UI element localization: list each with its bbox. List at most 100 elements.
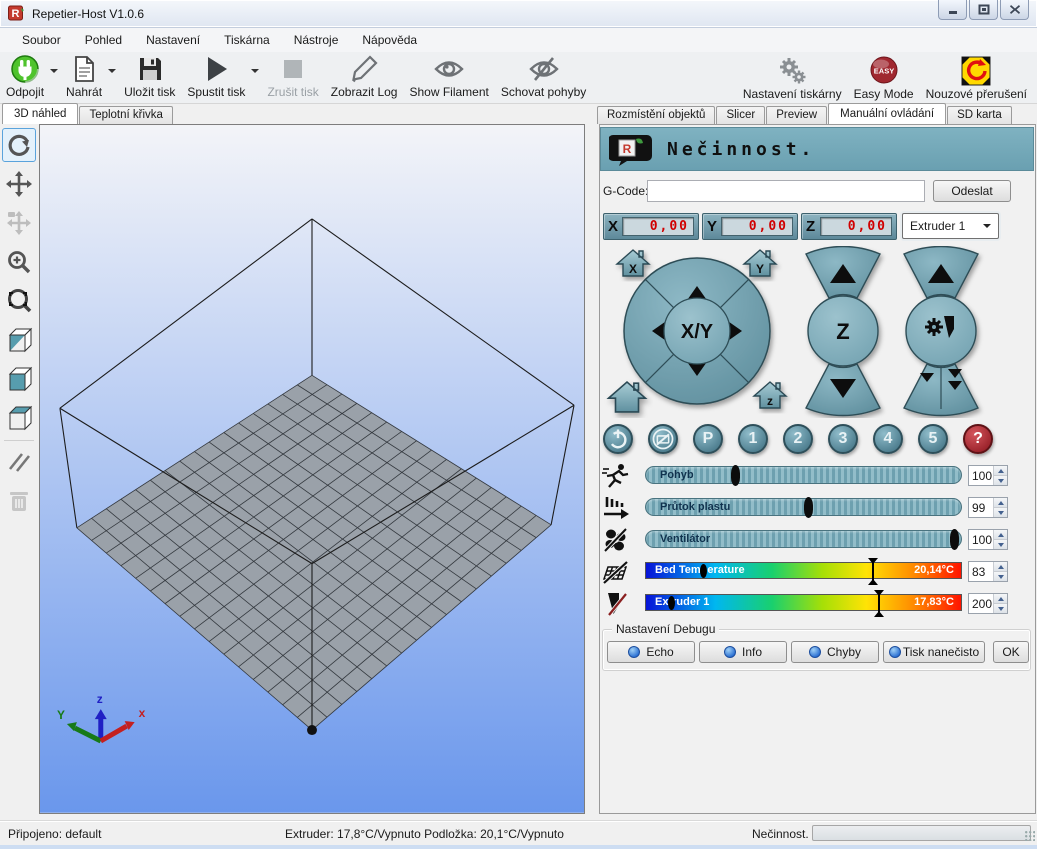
close-button[interactable] <box>1000 0 1029 20</box>
bed-temp-spin-down[interactable] <box>994 572 1007 581</box>
speed-slider[interactable]: Pohyb <box>645 466 962 484</box>
debug-echo-toggle[interactable]: Echo <box>607 641 695 663</box>
printer-settings-button[interactable]: Nastavení tiskárny <box>737 54 848 101</box>
bed-temperature-slider[interactable]: Bed Temperature 20,14°C <box>645 562 962 579</box>
motors-off-icon <box>650 426 676 452</box>
move-view-tool[interactable] <box>2 167 36 201</box>
preheat-1-button[interactable]: 1 <box>738 424 768 454</box>
extruder-select[interactable]: Extruder 1 <box>902 213 999 239</box>
debug-info-toggle[interactable]: Info <box>699 641 787 663</box>
extruder-temp-value-input[interactable]: 200 <box>968 593 1008 614</box>
park-button[interactable]: P <box>693 424 723 454</box>
preheat-2-button[interactable]: 2 <box>783 424 813 454</box>
minimize-button[interactable] <box>938 0 967 20</box>
cube-front-icon <box>5 365 33 393</box>
tab-slicer[interactable]: Slicer <box>716 106 765 124</box>
menu-soubor[interactable]: Soubor <box>10 30 73 50</box>
menu-nastroje[interactable]: Nástroje <box>282 30 351 50</box>
send-gcode-button[interactable]: Odeslat <box>933 180 1011 202</box>
extruder-temp-setpoint-marker[interactable] <box>873 590 885 617</box>
menu-tiskarna[interactable]: Tiskárna <box>212 30 282 50</box>
isometric-view-tool[interactable] <box>2 323 36 357</box>
print-bed-3d-view[interactable]: Y z x <box>39 124 585 814</box>
bed-temp-value-input[interactable]: 83 <box>968 561 1008 582</box>
front-view-tool[interactable] <box>2 362 36 396</box>
extruder-off-icon <box>602 591 630 617</box>
flow-spin-down[interactable] <box>994 508 1007 517</box>
svg-text:EASY: EASY <box>873 67 893 76</box>
tab-preview[interactable]: Preview <box>766 106 827 124</box>
extruder-temperature-slider[interactable]: Extruder 1 17,83°C <box>645 594 962 611</box>
menu-nastaveni[interactable]: Nastavení <box>134 30 212 50</box>
tab-sd-karta[interactable]: SD karta <box>947 106 1012 124</box>
extruder-temp-spin-up[interactable] <box>994 594 1007 604</box>
flow-slider-thumb[interactable] <box>804 497 813 518</box>
home-x-button[interactable]: X <box>617 250 649 276</box>
menu-napoveda[interactable]: Nápověda <box>350 30 429 50</box>
power-button[interactable] <box>603 424 633 454</box>
flow-value-input[interactable]: 99 <box>968 497 1008 518</box>
parallel-projection-tool[interactable] <box>2 445 36 479</box>
easy-mode-button[interactable]: EASY Easy Mode <box>848 54 920 101</box>
help-button[interactable]: ? <box>963 424 993 454</box>
move-object-tool[interactable] <box>2 206 36 240</box>
debug-errors-toggle[interactable]: Chyby <box>791 641 879 663</box>
fan-slider-thumb[interactable] <box>950 529 959 550</box>
home-x-label: X <box>629 262 637 276</box>
tab-rozmisteni-objektu[interactable]: Rozmístění objektů <box>597 106 715 124</box>
extruder-center-button[interactable] <box>906 296 976 366</box>
debug-dry-run-toggle[interactable]: Tisk nanečisto <box>883 641 985 663</box>
load-button[interactable]: Nahrát <box>60 52 108 99</box>
flow-spin-up[interactable] <box>994 498 1007 508</box>
zoom-fit-tool[interactable] <box>2 284 36 318</box>
preheat-5-button[interactable]: 5 <box>918 424 948 454</box>
connect-dropdown-arrow[interactable] <box>50 56 60 86</box>
speed-slider-thumb[interactable] <box>731 465 740 486</box>
speed-spin-up[interactable] <box>994 466 1007 476</box>
home-z-button[interactable]: z <box>754 382 786 408</box>
delete-object-tool[interactable] <box>2 484 36 518</box>
speed-spin-down[interactable] <box>994 476 1007 485</box>
connect-button[interactable]: Odpojit <box>0 52 50 99</box>
minimize-icon <box>947 5 959 15</box>
extruder-temp-spin-down[interactable] <box>994 604 1007 613</box>
rotate-view-tool[interactable] <box>2 128 36 162</box>
debug-ok-button[interactable]: OK <box>993 641 1029 663</box>
show-filament-button[interactable]: Show Filament <box>403 52 494 99</box>
activity-status: Nečinnost. <box>752 827 809 841</box>
flow-slider[interactable]: Průtok plastu <box>645 498 962 516</box>
printer-status-header: R Nečinnost. <box>600 127 1034 171</box>
menu-pohled[interactable]: Pohled <box>73 30 134 50</box>
view3d-toolstrip <box>2 126 38 523</box>
fan-slider[interactable]: Ventilátor <box>645 530 962 548</box>
save-print-button[interactable]: Uložit tisk <box>118 52 181 99</box>
fan-spin-up[interactable] <box>994 530 1007 540</box>
fan-spin-down[interactable] <box>994 540 1007 549</box>
tab-manualni-ovladani[interactable]: Manuální ovládání <box>828 103 946 124</box>
show-log-button[interactable]: Zobrazit Log <box>325 52 404 99</box>
gcode-input[interactable] <box>647 180 925 202</box>
home-y-button[interactable]: Y <box>744 250 776 276</box>
home-all-button[interactable] <box>609 382 646 412</box>
tab-teplotni-krivka[interactable]: Teplotní křivka <box>79 106 173 124</box>
motors-off-button[interactable] <box>648 424 678 454</box>
flow-icon <box>602 495 630 521</box>
preheat-4-button[interactable]: 4 <box>873 424 903 454</box>
maximize-button[interactable] <box>969 0 998 20</box>
top-view-tool[interactable] <box>2 401 36 435</box>
load-dropdown-arrow[interactable] <box>108 56 118 86</box>
zoom-in-tool[interactable] <box>2 245 36 279</box>
bed-temp-spin-up[interactable] <box>994 562 1007 572</box>
tab-3d-nahled[interactable]: 3D náhled <box>2 103 78 124</box>
easy-mode-icon: EASY <box>868 56 900 86</box>
emergency-stop-button[interactable]: Nouzové přerušení <box>920 54 1033 101</box>
temperature-status: Extruder: 17,8°C/Vypnuto Podložka: 20,1°… <box>285 827 564 841</box>
start-print-dropdown-arrow[interactable] <box>251 56 261 86</box>
hide-travel-moves-button[interactable]: Schovat pohyby <box>495 52 592 99</box>
fan-value-input[interactable]: 100 <box>968 529 1008 550</box>
speed-value-input[interactable]: 100 <box>968 465 1008 486</box>
preheat-3-button[interactable]: 3 <box>828 424 858 454</box>
resize-grip-icon[interactable] <box>1025 831 1035 841</box>
start-print-button[interactable]: Spustit tisk <box>181 52 251 99</box>
bed-temp-setpoint-marker[interactable] <box>867 558 879 585</box>
